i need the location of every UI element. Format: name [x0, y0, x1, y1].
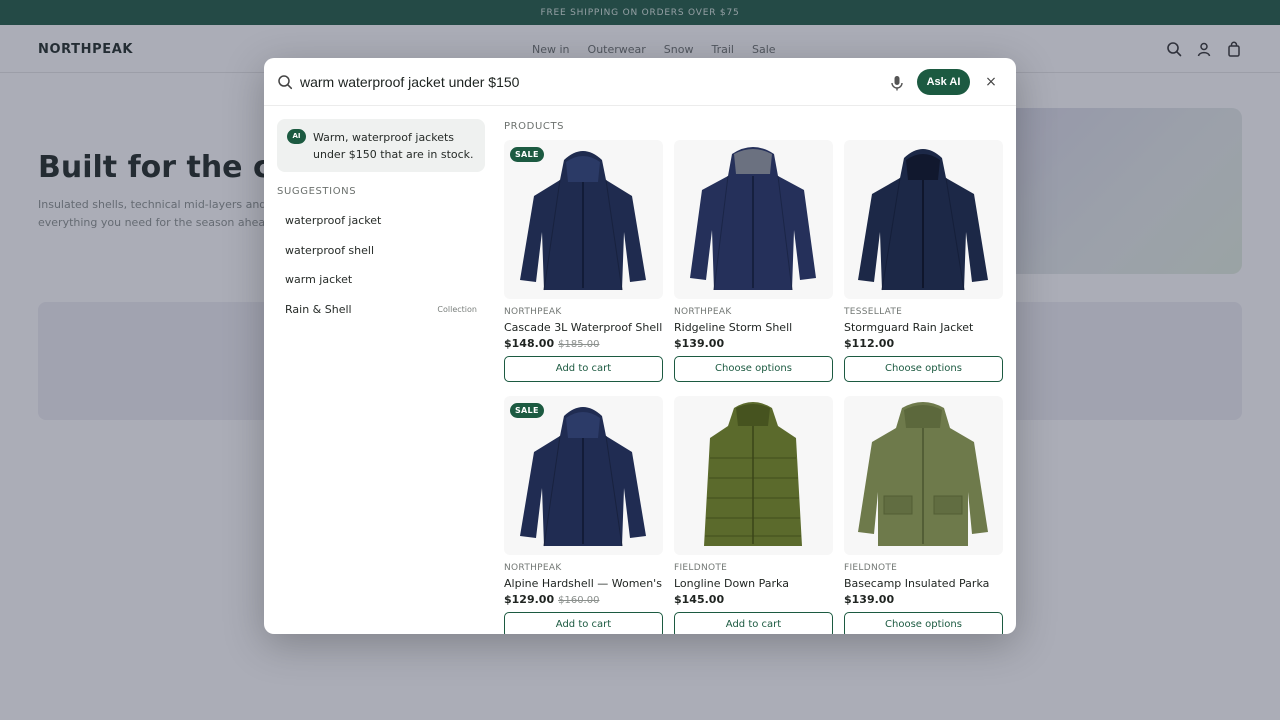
- navy-rain-jacket-icon: [858, 149, 988, 291]
- ai-badge: AI: [287, 129, 306, 144]
- suggestion-label: waterproof shell: [285, 243, 375, 257]
- add-to-cart-button[interactable]: Add to cart: [504, 611, 663, 634]
- ask-ai-button[interactable]: Ask AI: [917, 69, 970, 95]
- product-price: $139.00: [674, 337, 724, 350]
- current-price: $129.00: [504, 592, 555, 606]
- suggestion-item[interactable]: warm jacket: [277, 265, 485, 295]
- ai-summary-card: AI Warm, waterproof jackets under $150 t…: [277, 119, 485, 172]
- product-image[interactable]: [674, 140, 833, 299]
- add-to-cart-button[interactable]: Add to cart: [674, 611, 833, 634]
- product-name[interactable]: Longline Down Parka: [674, 577, 833, 590]
- product-brand: FIELDNOTE: [844, 562, 898, 573]
- product-grid: SALE NORTHPEAK Cascade 3L Waterproof She…: [504, 140, 1004, 634]
- product-card[interactable]: TESSELLATE Stormguard Rain Jacket $112.0…: [844, 140, 1003, 382]
- product-card[interactable]: FIELDNOTE Longline Down Parka $145.00 Ad…: [674, 395, 833, 634]
- product-card[interactable]: SALE NORTHPEAK Cascade 3L Waterproof She…: [504, 140, 663, 382]
- suggestions-list: waterproof jacket waterproof shell warm …: [277, 206, 485, 324]
- navy-storm-jacket-icon: [690, 147, 816, 291]
- product-image[interactable]: [844, 140, 1003, 299]
- product-card[interactable]: FIELDNOTE Basecamp Insulated Parka $139.…: [844, 395, 1003, 634]
- product-price: $145.00: [674, 593, 724, 606]
- olive-down-parka-icon: [704, 401, 802, 546]
- navy-hardshell-jacket-icon: [520, 406, 646, 546]
- current-price: $139.00: [844, 592, 895, 606]
- current-price: $148.00: [504, 337, 555, 350]
- product-price: $129.00 $160.00: [504, 593, 599, 606]
- close-icon[interactable]: ×: [983, 74, 999, 90]
- current-price: $139.00: [674, 337, 725, 350]
- product-brand: FIELDNOTE: [674, 562, 728, 573]
- current-price: $145.00: [674, 592, 725, 606]
- suggestion-label: Rain & Shell: [285, 302, 352, 316]
- choose-options-button[interactable]: Choose options: [844, 356, 1003, 382]
- product-name[interactable]: Ridgeline Storm Shell: [674, 321, 833, 334]
- product-name[interactable]: Cascade 3L Waterproof Shell: [504, 321, 663, 334]
- product-brand: NORTHPEAK: [504, 562, 562, 573]
- current-price: $112.00: [844, 337, 895, 350]
- olive-insulated-parka-icon: [858, 401, 988, 546]
- product-name[interactable]: Stormguard Rain Jacket: [844, 321, 1003, 334]
- product-price: $139.00: [844, 593, 894, 606]
- choose-options-button[interactable]: Choose options: [674, 356, 833, 382]
- product-name[interactable]: Alpine Hardshell — Women's: [504, 577, 663, 590]
- original-price: $185.00: [558, 339, 600, 350]
- original-price: $160.00: [558, 594, 600, 606]
- suggestion-type-tag: Collection: [437, 304, 477, 314]
- choose-options-button[interactable]: Choose options: [844, 611, 1003, 634]
- suggestion-item[interactable]: Rain & Shell Collection: [277, 295, 485, 325]
- product-price: $148.00 $185.00: [504, 337, 599, 350]
- sale-badge: SALE: [510, 147, 544, 162]
- product-card[interactable]: SALE NORTHPEAK Alpine Hardshell — Women'…: [504, 395, 663, 634]
- product-name[interactable]: Basecamp Insulated Parka: [844, 577, 1003, 590]
- product-price: $112.00: [844, 337, 894, 350]
- suggestion-label: waterproof jacket: [285, 214, 382, 227]
- product-card[interactable]: NORTHPEAK Ridgeline Storm Shell $139.00 …: [674, 140, 833, 382]
- suggestion-item[interactable]: waterproof shell: [277, 236, 485, 266]
- search-input[interactable]: [300, 70, 860, 94]
- product-brand: NORTHPEAK: [504, 307, 562, 317]
- search-bar: Ask AI ×: [264, 58, 1016, 106]
- search-icon: [277, 74, 293, 90]
- microphone-icon[interactable]: [888, 73, 906, 93]
- products-heading: PRODUCTS: [504, 121, 565, 132]
- product-image[interactable]: SALE: [504, 395, 663, 555]
- suggestion-item[interactable]: waterproof jacket: [277, 206, 485, 236]
- product-brand: NORTHPEAK: [674, 307, 732, 317]
- navy-shell-jacket-icon: [520, 151, 646, 291]
- product-image[interactable]: SALE: [504, 140, 663, 299]
- sale-badge: SALE: [510, 402, 544, 418]
- suggestions-heading: SUGGESTIONS: [277, 186, 357, 197]
- product-image[interactable]: [674, 395, 833, 555]
- ai-summary-text: Warm, waterproof jackets under $150 that…: [313, 131, 474, 161]
- suggestion-label: warm jacket: [285, 273, 353, 286]
- product-image[interactable]: [844, 395, 1003, 555]
- product-brand: TESSELLATE: [844, 307, 903, 317]
- search-modal: Ask AI × AI Warm, waterproof jackets und…: [264, 58, 1016, 634]
- add-to-cart-button[interactable]: Add to cart: [504, 356, 663, 382]
